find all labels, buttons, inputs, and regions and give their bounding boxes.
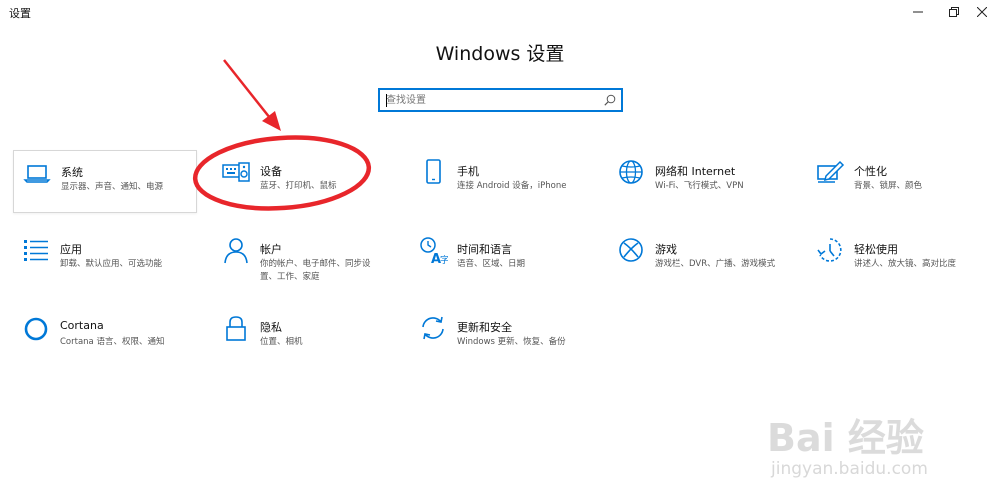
tile-system[interactable]: 系统 显示器、声音、通知、电源	[13, 150, 197, 213]
tile-title: 系统	[61, 166, 83, 179]
globe-icon	[619, 160, 643, 184]
tile-description: 蓝牙、打印机、鼠标	[260, 181, 337, 191]
paint-pen-icon	[817, 160, 845, 183]
tile-description: 显示器、声音、通知、电源	[61, 182, 164, 192]
search-input[interactable]	[386, 92, 596, 108]
keyboard-speaker-icon	[222, 162, 250, 182]
cortana-icon	[24, 317, 48, 341]
ease-of-access-icon	[817, 238, 842, 262]
tile-ease-of-access[interactable]: 轻松使用 讲述人、放大镜、高对比度	[807, 228, 991, 290]
person-icon	[224, 238, 248, 264]
restore-icon	[949, 7, 959, 17]
svg-text:字: 字	[440, 254, 448, 265]
tile-description: 语音、区域、日期	[457, 259, 526, 269]
sync-icon	[422, 316, 444, 340]
tile-description: Windows 更新、恢复、备份	[457, 337, 566, 347]
tile-description: 你的帐户、电子邮件、同步设 置、工作、家庭	[260, 259, 371, 282]
tile-time-language[interactable]: A 字 时间和语言 语音、区域、日期	[410, 228, 594, 290]
tile-title: 轻松使用	[854, 243, 898, 256]
tile-description: 背景、锁屏、颜色	[854, 181, 923, 191]
time-language-icon: A 字	[420, 237, 448, 265]
phone-icon	[426, 159, 441, 184]
tile-cortana[interactable]: Cortana Cortana 语言、权限、通知	[13, 306, 197, 368]
tile-phone[interactable]: 手机 连接 Android 设备，iPhone	[410, 150, 594, 212]
tile-title: 应用	[60, 243, 82, 256]
apps-list-icon	[24, 240, 48, 261]
watermark: Bai 经验 jingyan.baidu.com	[755, 395, 990, 490]
minimize-icon	[913, 11, 923, 13]
close-button[interactable]	[964, 0, 1000, 24]
tile-devices[interactable]: 设备 蓝牙、打印机、鼠标	[213, 150, 397, 212]
tile-description: 位置、相机	[260, 337, 303, 347]
tile-apps[interactable]: 应用 卸载、默认应用、可选功能	[13, 228, 197, 290]
tile-network[interactable]: 网络和 Internet Wi-Fi、飞行模式、VPN	[608, 150, 792, 212]
window-title: 设置	[9, 7, 31, 20]
xbox-icon	[619, 238, 643, 262]
tile-title: 手机	[457, 165, 479, 178]
laptop-icon	[23, 165, 51, 183]
tile-description: 连接 Android 设备，iPhone	[457, 181, 567, 191]
search-box[interactable]	[378, 88, 623, 112]
tile-privacy[interactable]: 隐私 位置、相机	[213, 306, 397, 368]
tile-gaming[interactable]: 游戏 游戏栏、DVR、广播、游戏模式	[608, 228, 792, 290]
tile-title: 隐私	[260, 321, 282, 334]
title-bar: 设置	[0, 0, 1000, 26]
watermark-brand: Bai 经验	[767, 416, 924, 460]
annotation-arrow	[223, 59, 281, 131]
search-icon[interactable]	[604, 94, 616, 106]
tile-title: 个性化	[854, 165, 887, 178]
tile-description: 游戏栏、DVR、广播、游戏模式	[655, 259, 776, 269]
watermark-url: jingyan.baidu.com	[771, 459, 928, 479]
text-caret	[386, 94, 387, 107]
close-icon	[977, 7, 987, 17]
tile-title: 网络和 Internet	[655, 165, 736, 178]
lock-icon	[226, 316, 246, 341]
tile-description: Cortana 语言、权限、通知	[60, 337, 165, 347]
minimize-button[interactable]	[900, 0, 936, 24]
tile-title: 时间和语言	[457, 243, 512, 256]
tile-title: 更新和安全	[457, 321, 512, 334]
tile-title: 帐户	[260, 243, 282, 256]
tile-personalization[interactable]: 个性化 背景、锁屏、颜色	[807, 150, 991, 212]
tile-title: 设备	[260, 165, 282, 178]
tile-accounts[interactable]: 帐户 你的帐户、电子邮件、同步设 置、工作、家庭	[213, 228, 397, 290]
tile-description: 卸载、默认应用、可选功能	[60, 259, 163, 269]
tile-update-security[interactable]: 更新和安全 Windows 更新、恢复、备份	[410, 306, 594, 368]
tile-description: Wi-Fi、飞行模式、VPN	[655, 181, 744, 191]
tile-description: 讲述人、放大镜、高对比度	[854, 259, 957, 269]
tile-title: Cortana	[60, 319, 104, 332]
page-title: Windows 设置	[435, 43, 565, 65]
tile-title: 游戏	[655, 243, 677, 256]
